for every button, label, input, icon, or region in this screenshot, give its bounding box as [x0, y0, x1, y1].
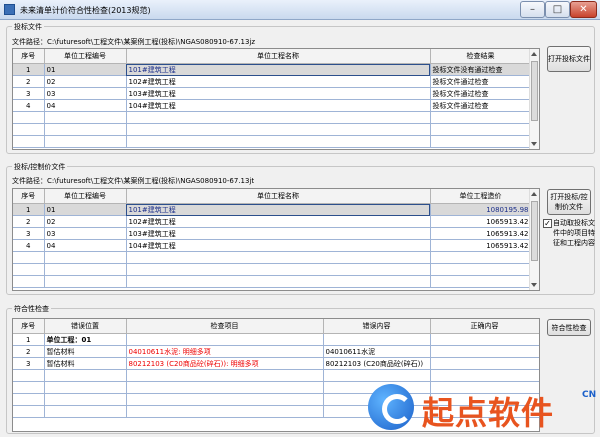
col-header-error[interactable]: 错误内容 — [323, 319, 431, 334]
title-bar: 未来清单计价符合性检查(2013规范) – □ ✕ — [0, 0, 600, 20]
open-control-file-button[interactable]: 打开投标/控制价文件 — [547, 189, 591, 215]
bid-file-legend: 投标文件 — [12, 22, 44, 32]
col-header-result[interactable]: 检查结果 — [430, 49, 532, 64]
control-file-group: 投标/控制价文件 文件路径：C:\futuresoft\工程文件\某案例工程(投… — [6, 162, 595, 295]
window-title: 未来清单计价符合性检查(2013规范) — [20, 6, 151, 15]
col-header-code[interactable]: 单位工程编号 — [44, 189, 127, 204]
col-header-name[interactable]: 单位工程名称 — [126, 189, 431, 204]
control-file-legend: 投标/控制价文件 — [12, 162, 68, 172]
scroll-down-icon[interactable] — [531, 142, 537, 146]
scroll-up-icon[interactable] — [531, 52, 537, 56]
compliance-check-button[interactable]: 符合性检查 — [547, 319, 591, 336]
table-row[interactable]: 3 03 103#建筑工程 1065913.42 — [13, 227, 532, 240]
brand-logo-icon — [368, 384, 414, 430]
table-row[interactable]: 1 单位工程：01 — [13, 333, 539, 346]
table-row[interactable] — [13, 275, 532, 288]
table-row[interactable]: 1 01 101#建筑工程 投标文件没有通过检查 — [13, 63, 532, 76]
col-header-no[interactable]: 序号 — [13, 189, 45, 204]
control-table-scrollbar[interactable] — [529, 189, 539, 290]
brand-name: 起点软件 — [422, 394, 555, 432]
table-row[interactable]: 3 暂估材料 80212103 (C20商品砼(碎石)): 明细多项 80212… — [13, 357, 539, 370]
scroll-down-icon[interactable] — [531, 283, 537, 287]
close-button[interactable]: ✕ — [570, 1, 597, 18]
table-row[interactable]: 4 04 104#建筑工程 1065913.42 — [13, 239, 532, 252]
scroll-up-icon[interactable] — [531, 192, 537, 196]
col-header-no[interactable]: 序号 — [13, 49, 45, 64]
table-row[interactable]: 2 暂估材料 04010611水泥: 明细多项 04010611水泥 — [13, 345, 539, 358]
table-row[interactable] — [13, 123, 532, 136]
compliance-check-legend: 符合性检查 — [12, 304, 51, 314]
brand-suffix: CN — [582, 390, 597, 400]
col-header-item[interactable]: 检查项目 — [126, 319, 324, 334]
table-row[interactable] — [13, 263, 532, 276]
control-file-path: 文件路径：C:\futuresoft\工程文件\某案例工程(投标)\NGAS08… — [12, 177, 255, 185]
auto-fetch-label[interactable]: 自动取投标文件中的项目特征和工程内容 — [553, 218, 595, 248]
col-header-name[interactable]: 单位工程名称 — [126, 49, 431, 64]
table-row[interactable] — [13, 251, 532, 264]
col-header-price[interactable]: 单位工程造价 — [430, 189, 532, 204]
table-row[interactable]: 1 01 101#建筑工程 1080195.98 — [13, 203, 532, 216]
table-row[interactable] — [13, 135, 532, 148]
bid-table-scrollbar[interactable] — [529, 49, 539, 149]
scroll-thumb[interactable] — [531, 61, 538, 121]
col-header-correct[interactable]: 正确内容 — [430, 319, 539, 334]
table-row[interactable]: 3 03 103#建筑工程 投标文件通过检查 — [13, 87, 532, 100]
app-icon — [4, 4, 15, 15]
open-bid-file-button[interactable]: 打开投标文件 — [547, 46, 591, 72]
bid-file-table[interactable]: 序号 单位工程编号 单位工程名称 检查结果 1 01 101#建筑工程 投标文件… — [12, 48, 540, 150]
scroll-thumb[interactable] — [531, 201, 538, 261]
minimize-button[interactable]: – — [520, 1, 545, 18]
maximize-button[interactable]: □ — [545, 1, 570, 18]
table-row[interactable]: 2 02 102#建筑工程 1065913.42 — [13, 215, 532, 228]
check-mark-icon: ✓ — [544, 219, 551, 228]
col-header-code[interactable]: 单位工程编号 — [44, 49, 127, 64]
control-file-table[interactable]: 序号 单位工程编号 单位工程名称 单位工程造价 1 01 101#建筑工程 10… — [12, 188, 540, 291]
col-header-location[interactable]: 错误位置 — [44, 319, 127, 334]
auto-fetch-checkbox[interactable]: ✓ — [543, 219, 552, 228]
table-row[interactable] — [13, 111, 532, 124]
bid-file-group: 投标文件 文件路径：C:\futuresoft\工程文件\某案例工程(投标)\N… — [6, 22, 595, 154]
table-row[interactable]: 2 02 102#建筑工程 投标文件通过检查 — [13, 75, 532, 88]
bid-file-path: 文件路径：C:\futuresoft\工程文件\某案例工程(投标)\NGAS08… — [12, 38, 256, 46]
brand-watermark: 起点软件 CN — [360, 380, 600, 437]
table-row[interactable]: 4 04 104#建筑工程 投标文件通过检查 — [13, 99, 532, 112]
col-header-no[interactable]: 序号 — [13, 319, 45, 334]
